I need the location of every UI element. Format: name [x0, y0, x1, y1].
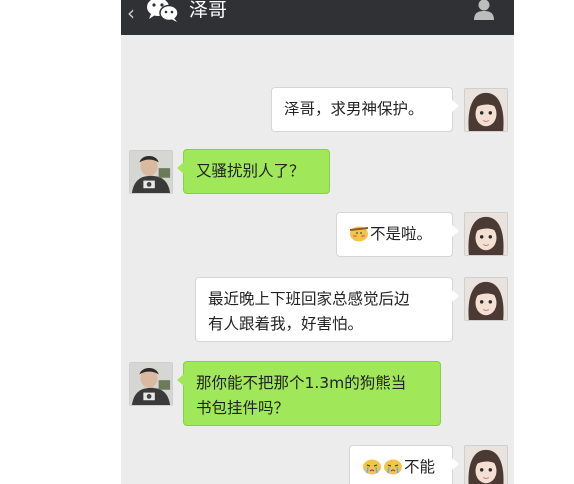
crying-face-emoji [384, 459, 402, 475]
bubble-tail [452, 290, 459, 302]
boy-avatar-icon [130, 363, 172, 405]
chat-header: ‹ 泽哥 [121, 0, 514, 35]
chevron-left-icon[interactable]: ‹ [127, 3, 135, 23]
chat-screen: ‹ 泽哥 泽哥，求男神保护。 又骚扰别人了？ 不是啦。 最近晚上下班回家总感觉后… [121, 0, 514, 484]
girl-avatar-icon [465, 213, 507, 255]
message-bubble-received[interactable]: 那你能不把那个1.3m的狗熊当 书包挂件吗？ [177, 361, 441, 426]
message-text-line: 有人跟着我，好害怕。 [208, 315, 364, 333]
avatar-girl[interactable] [464, 212, 508, 256]
girl-avatar-icon [465, 446, 507, 484]
message-bubble-sent[interactable]: 泽哥，求男神保护。 [271, 87, 459, 132]
message-text-line: 那你能不把那个1.3m的狗熊当 [196, 374, 407, 392]
crying-face-emoji [363, 459, 381, 475]
bubble-tail [177, 374, 184, 386]
message-bubble-sent[interactable]: 最近晚上下班回家总感觉后边 有人跟着我，好害怕。 [195, 277, 459, 342]
bubble-tail [452, 458, 459, 470]
bubble-tail [177, 162, 184, 174]
message-text: 不是啦。 [370, 225, 433, 243]
avatar-girl[interactable] [464, 445, 508, 484]
avatar-boy[interactable] [129, 150, 173, 194]
avatar-girl[interactable] [464, 277, 508, 321]
bubble-tail [452, 100, 459, 112]
wechat-logo-icon[interactable] [145, 0, 181, 24]
blushing-face-emoji [349, 226, 369, 242]
bubble-tail [452, 225, 459, 237]
avatar-girl[interactable] [464, 88, 508, 132]
boy-avatar-icon [130, 151, 172, 193]
message-bubble-sent[interactable]: 不是啦。 [336, 212, 459, 257]
message-text: 泽哥，求男神保护。 [284, 100, 424, 118]
message-text: 又骚扰别人了？ [196, 162, 305, 180]
person-icon[interactable] [473, 0, 495, 22]
chat-title: 泽哥 [189, 0, 228, 21]
message-text-line: 书包挂件吗？ [196, 399, 290, 417]
message-bubble-sent[interactable]: 不能 [349, 445, 459, 484]
message-text-line: 最近晚上下班回家总感觉后边 [208, 290, 410, 308]
girl-avatar-icon [465, 89, 507, 131]
message-text: 不能 [404, 458, 436, 476]
girl-avatar-icon [465, 278, 507, 320]
avatar-boy[interactable] [129, 362, 173, 406]
message-bubble-received[interactable]: 又骚扰别人了？ [177, 149, 330, 194]
